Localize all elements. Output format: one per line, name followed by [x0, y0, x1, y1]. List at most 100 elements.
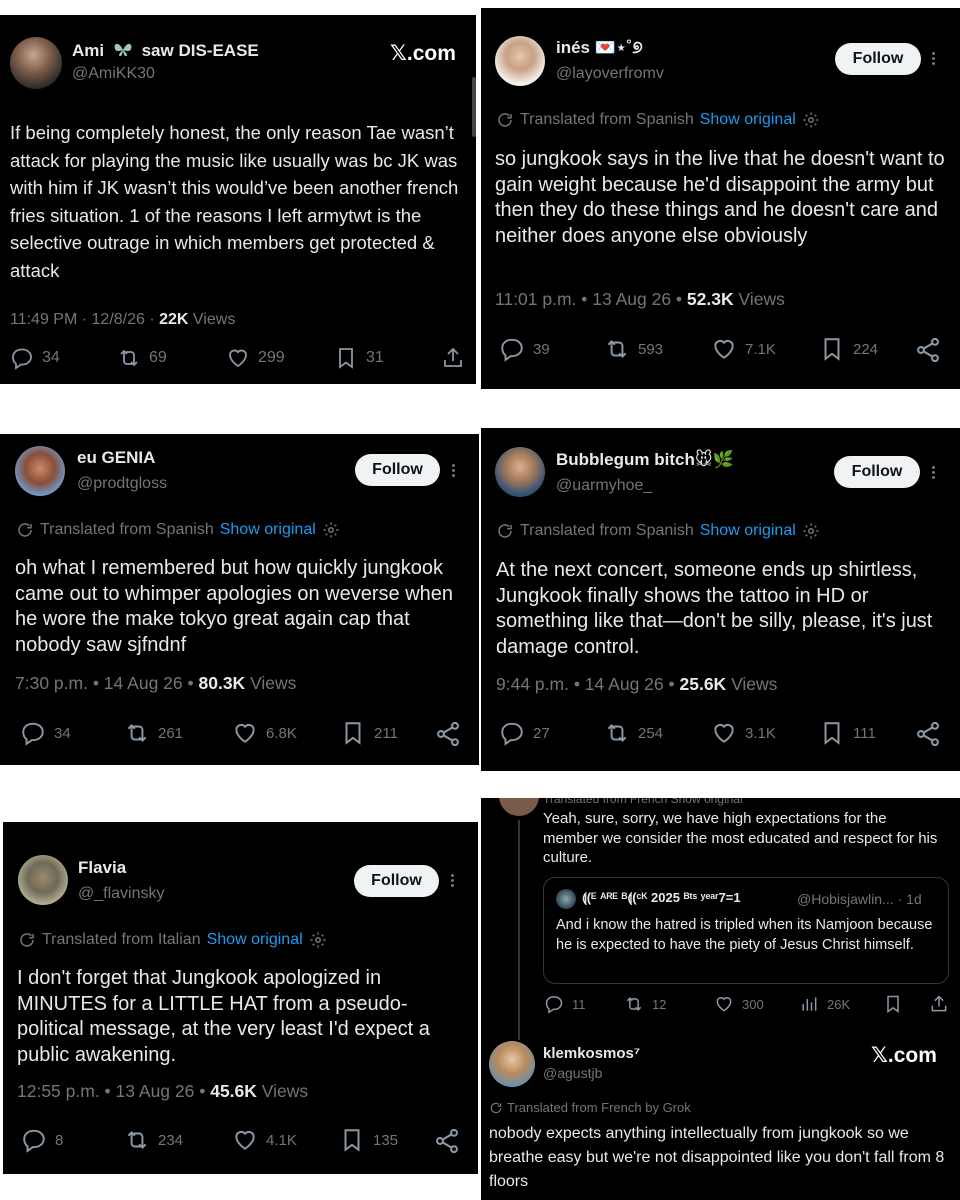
tweet-text: I don't forget that Jungkook apologized … [17, 967, 430, 1066]
share-button[interactable] [441, 346, 465, 370]
like-button[interactable]: 7.1K [711, 336, 776, 362]
avatar[interactable] [18, 855, 68, 905]
reply-author-name[interactable]: klemkosmos⁷ [543, 1045, 640, 1062]
like-button[interactable]: 299 [226, 346, 285, 370]
avatar[interactable] [15, 446, 65, 496]
share-icon [917, 721, 939, 747]
share-button[interactable] [929, 994, 949, 1014]
bookmark-icon [344, 1129, 360, 1152]
avatar[interactable] [495, 447, 545, 497]
avatar[interactable] [10, 37, 62, 89]
quoted-tweet[interactable]: ⟬(ᴱ ᴬᴿᴱ ᴮ⟬(ᶜᴷ 2025 ᴮᵗˢ ʸᵉᵃʳ7=1 @Hobisjaw… [543, 877, 949, 984]
author-name[interactable]: eu GENIA [77, 448, 155, 468]
share-button[interactable] [433, 1127, 461, 1155]
translate-icon [18, 523, 32, 537]
repost-icon [607, 340, 627, 358]
bookmark-button[interactable] [883, 994, 903, 1014]
like-button[interactable]: 4.1K [232, 1127, 297, 1153]
like-button[interactable]: 300 [714, 994, 764, 1014]
repost-button[interactable]: 261 [124, 720, 183, 746]
gear-icon[interactable] [802, 111, 820, 129]
timestamp[interactable]: 7:30 p.m. • 14 Aug 26 • [15, 673, 199, 693]
follow-button[interactable]: Follow [355, 454, 440, 486]
reply-button[interactable]: 34 [20, 720, 71, 746]
author-name-rest: saw DIS-EASE [141, 41, 259, 60]
reply-author-handle[interactable]: @agustjb [543, 1065, 602, 1081]
avatar[interactable] [495, 36, 545, 86]
avatar-cropped[interactable] [499, 798, 539, 816]
author-name[interactable]: Bubblegum bitch🐭🌿 [556, 450, 734, 470]
show-original-link[interactable]: Show original [700, 111, 796, 129]
author-name[interactable]: inés 💌⋆˚୭ [556, 38, 643, 58]
like-count: 300 [742, 996, 764, 1012]
share-button[interactable] [914, 336, 942, 364]
repost-button[interactable]: 69 [117, 346, 167, 370]
repost-button[interactable]: 593 [604, 336, 663, 362]
like-button[interactable]: 3.1K [711, 720, 776, 746]
timestamp[interactable]: 11:01 p.m. • 13 Aug 26 • [495, 289, 687, 309]
views-label: Views [188, 311, 236, 328]
author-handle[interactable]: @AmiKK30 [72, 65, 155, 83]
repost-button[interactable]: 234 [124, 1127, 183, 1153]
reply-button[interactable]: 39 [499, 336, 550, 362]
repost-button[interactable]: 12 [624, 994, 666, 1014]
author-handle[interactable]: @uarmyhoe_ [556, 477, 652, 495]
timestamp[interactable]: 11:49 PM · 12/8/26 · [10, 311, 159, 328]
bookmark-icon [824, 338, 840, 361]
author-name[interactable]: Ami saw DIS-EASE [72, 41, 259, 64]
bookmark-button[interactable]: 31 [334, 346, 384, 370]
translation-notice: Translated from Spanish Show original [496, 522, 820, 540]
views-button[interactable]: 26K [799, 994, 850, 1014]
bookmark-button[interactable]: 111 [819, 720, 876, 746]
reply-button[interactable]: 11 [544, 994, 586, 1014]
author-name[interactable]: Flavia [78, 858, 126, 878]
repost-button[interactable]: 254 [604, 720, 663, 746]
translated-label: Translated from Spanish [520, 522, 694, 539]
tweet-meta: 11:49 PM · 12/8/26 · 22K Views [10, 311, 235, 329]
gear-icon[interactable] [309, 931, 327, 949]
scrollbar[interactable] [472, 77, 476, 137]
timestamp[interactable]: 9:44 p.m. • 14 Aug 26 • [496, 674, 680, 694]
bookmark-button[interactable]: 211 [340, 720, 398, 746]
author-handle[interactable]: @prodtgloss [77, 475, 167, 493]
show-original-link[interactable]: Show original [700, 522, 796, 540]
follow-button[interactable]: Follow [835, 43, 921, 75]
views-label: Views [256, 1081, 309, 1101]
share-icon [917, 337, 939, 363]
heart-icon [229, 349, 247, 368]
reply-avatar[interactable] [489, 1041, 535, 1087]
author-handle[interactable]: @_flavinsky [78, 885, 165, 903]
translate-icon [490, 1102, 502, 1113]
quote-author-name: ⟬(ᴱ ᴬᴿᴱ ᴮ⟬(ᶜᴷ 2025 ᴮᵗˢ ʸᵉᵃʳ7=1 [582, 890, 741, 905]
heart-icon [714, 723, 734, 743]
translate-icon [20, 933, 34, 947]
gear-icon[interactable] [802, 522, 820, 540]
show-original-link[interactable]: Show original [220, 521, 316, 539]
more-options-icon[interactable] [452, 462, 455, 479]
repost-icon [607, 724, 627, 742]
follow-button[interactable]: Follow [834, 456, 920, 488]
more-options-icon[interactable] [932, 464, 935, 481]
quote-author-handle: @Hobisjawlin... · 1d [797, 891, 922, 907]
share-button[interactable] [434, 720, 462, 748]
reply-count: 8 [55, 1131, 64, 1149]
show-original-link[interactable]: Show original [207, 931, 303, 949]
follow-button[interactable]: Follow [354, 865, 439, 897]
share-icon [437, 721, 459, 747]
gear-icon[interactable] [322, 521, 340, 539]
timestamp[interactable]: 12:55 p.m. • 13 Aug 26 • [17, 1081, 210, 1101]
share-button[interactable] [914, 720, 942, 748]
like-button[interactable]: 6.8K [232, 720, 297, 746]
reply-button[interactable]: 34 [10, 346, 60, 370]
bookmark-button[interactable]: 135 [339, 1127, 398, 1153]
reply-button[interactable]: 27 [499, 720, 550, 746]
translation-notice: Translated from Italian Show original [18, 931, 327, 949]
tweet-card-bubblegum: Bubblegum bitch🐭🌿 @uarmyhoe_ Follow Tran… [481, 428, 960, 771]
bookmark-count: 111 [853, 724, 876, 742]
more-options-icon[interactable] [932, 50, 935, 67]
reply-button[interactable]: 8 [21, 1127, 63, 1153]
butterfly-icon [113, 41, 133, 64]
more-options-icon[interactable] [451, 872, 454, 889]
bookmark-button[interactable]: 224 [819, 336, 878, 362]
author-handle[interactable]: @layoverfromv [556, 65, 664, 83]
